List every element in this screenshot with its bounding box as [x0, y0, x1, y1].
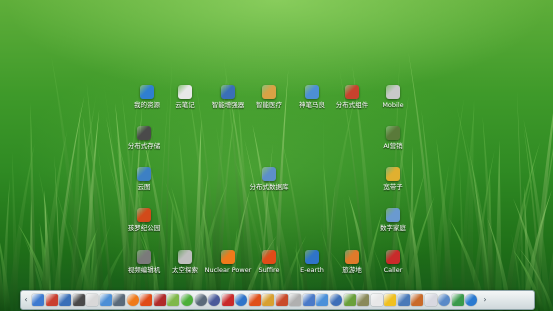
- taskbar-page-icon[interactable]: [425, 294, 437, 306]
- taskbar-monitor-green-icon[interactable]: [452, 294, 464, 306]
- taskbar-gear-icon[interactable]: [195, 294, 207, 306]
- taskbar-square-icon[interactable]: [411, 294, 423, 306]
- taskbar-folder-icon[interactable]: [32, 294, 44, 306]
- desktop-icon-mobile[interactable]: Mobile: [365, 85, 421, 109]
- desktop-icon-label: 孩罗纪公园: [127, 224, 161, 232]
- desktop-icon-label: 数字家庭: [380, 224, 406, 232]
- taskbar-tool-icon[interactable]: [357, 294, 369, 306]
- smart-enhancer-icon: [221, 85, 235, 99]
- taskbar-scroll-left-button[interactable]: ‹: [22, 293, 30, 307]
- magic-brush-icon: [305, 85, 319, 99]
- taskbar-swirl-icon[interactable]: [438, 294, 450, 306]
- taskbar-monitor-icon[interactable]: [113, 294, 125, 306]
- taskbar-gear-blue-icon[interactable]: [330, 294, 342, 306]
- desktop-icon-label: Mobile: [382, 101, 404, 109]
- taskbar-kiwi-icon[interactable]: [167, 294, 179, 306]
- taskbar-terminal-icon[interactable]: [73, 294, 85, 306]
- ai-marketing-icon: [386, 126, 400, 140]
- taskbar-settings-icon[interactable]: [208, 294, 220, 306]
- taskbar-dock: ‹ ›: [20, 290, 535, 310]
- taskbar-user-icon[interactable]: [303, 294, 315, 306]
- taskbar-photo-icon[interactable]: [262, 294, 274, 306]
- taskbar-cabinet-icon[interactable]: [289, 294, 301, 306]
- digital-home-icon: [386, 208, 400, 222]
- jurassic-park-icon: [137, 208, 151, 222]
- taskbar-flame-icon[interactable]: [249, 294, 261, 306]
- desktop-icon-broadband[interactable]: 宽带子: [365, 167, 421, 191]
- taskbar-orange-ball-icon[interactable]: [127, 294, 139, 306]
- grass-blade: [494, 140, 503, 311]
- taskbar-leaf-icon[interactable]: [344, 294, 356, 306]
- desktop-icon-caller[interactable]: Caller: [365, 250, 421, 274]
- taskbar-camera-icon[interactable]: [222, 294, 234, 306]
- desktop-icon-jurassic-park[interactable]: 孩罗纪公园: [116, 208, 172, 232]
- taskbar-power-icon[interactable]: [465, 294, 477, 306]
- desktop-icon-label: 宽带子: [383, 183, 403, 191]
- taskbar-globe-icon[interactable]: [235, 294, 247, 306]
- taskbar-sheep-icon[interactable]: [371, 294, 383, 306]
- taskbar-green-ball-icon[interactable]: [181, 294, 193, 306]
- taskbar-books-icon[interactable]: [398, 294, 410, 306]
- desktop-icon-label: 分布式存储: [127, 142, 161, 150]
- desktop-icon-label: 分布式数据库: [249, 183, 289, 191]
- desktop-icon-distributed-database[interactable]: 分布式数据库: [241, 167, 297, 191]
- space-explore-icon: [178, 250, 192, 264]
- desktop-icon-cloud-map[interactable]: 云图: [116, 167, 172, 191]
- mobile-icon: [386, 85, 400, 99]
- caller-icon: [386, 250, 400, 264]
- taskbar-database-icon[interactable]: [59, 294, 71, 306]
- taskbar-pen-icon[interactable]: [86, 294, 98, 306]
- distributed-database-icon: [262, 167, 276, 181]
- my-resources-icon: [140, 85, 154, 99]
- distributed-components-icon: [345, 85, 359, 99]
- e-earth-icon: [305, 250, 319, 264]
- cloud-notes-icon: [178, 85, 192, 99]
- taskbar-fire-icon[interactable]: [140, 294, 152, 306]
- nuclear-power-icon: [221, 250, 235, 264]
- broadband-icon: [386, 167, 400, 181]
- taskbar-chart-icon[interactable]: [316, 294, 328, 306]
- distributed-storage-icon: [137, 126, 151, 140]
- taskbar-bug-icon[interactable]: [154, 294, 166, 306]
- taskbar-cloud-icon[interactable]: [384, 294, 396, 306]
- video-editor-icon: [137, 250, 151, 264]
- desktop-icon-label: 云图: [137, 183, 151, 191]
- smart-medical-icon: [262, 85, 276, 99]
- desktop-icon-label: AI营销: [383, 142, 403, 150]
- cloud-map-icon: [137, 167, 151, 181]
- taskbar-cubes-icon[interactable]: [276, 294, 288, 306]
- taskbar-upload-icon[interactable]: [100, 294, 112, 306]
- travel-icon: [345, 250, 359, 264]
- desktop-icon-distributed-storage[interactable]: 分布式存储: [116, 126, 172, 150]
- suffire-icon: [262, 250, 276, 264]
- desktop-icon-ai-marketing[interactable]: AI营销: [365, 126, 421, 150]
- desktop-icon-label: Caller: [383, 266, 403, 274]
- desktop-icon-digital-home[interactable]: 数字家庭: [365, 208, 421, 232]
- taskbar-scroll-right-button[interactable]: ›: [481, 293, 489, 307]
- taskbar-puzzle-icon[interactable]: [46, 294, 58, 306]
